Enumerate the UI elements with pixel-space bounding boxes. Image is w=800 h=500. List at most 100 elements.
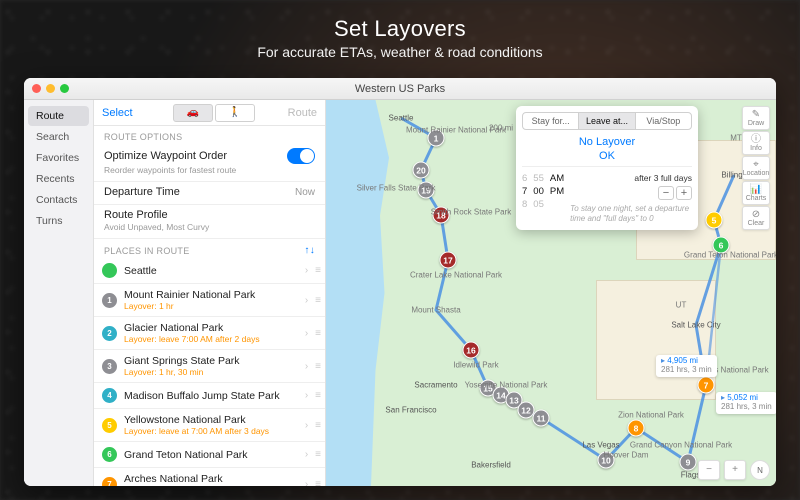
compass-icon[interactable]: N [750, 460, 770, 480]
map-pin[interactable]: 17 [440, 252, 457, 269]
days-minus-button[interactable]: − [658, 186, 674, 200]
route-profile-row[interactable]: Route Profile Avoid Unpaved, Most Curvy [94, 205, 325, 239]
place-row[interactable]: 2 Glacier National ParkLayover: leave 7:… [94, 317, 325, 350]
app-window: Western US Parks RouteSearchFavoritesRec… [24, 78, 776, 486]
place-pin-icon: 3 [102, 359, 117, 374]
place-row[interactable]: 6 Grand Teton National Park › ≡ [94, 442, 325, 468]
departure-value: Now [295, 187, 315, 198]
map-label: Hoover Dam [604, 451, 649, 460]
popover-tab[interactable]: Stay for... [523, 113, 579, 129]
nav-item-route[interactable]: Route [28, 106, 89, 126]
days-plus-button[interactable]: + [676, 186, 692, 200]
place-row[interactable]: 3 Giant Springs State ParkLayover: 1 hr,… [94, 350, 325, 383]
chevron-right-icon: › [305, 449, 308, 460]
map-tools: ✎DrawⓘInfo⌖Location📊Charts⊘Clear [742, 106, 770, 230]
no-layover-button[interactable]: No Layover [522, 136, 692, 148]
place-row[interactable]: 4 Madison Buffalo Jump State Park › ≡ [94, 383, 325, 409]
optimize-switch[interactable] [287, 148, 315, 164]
time-picker[interactable]: 6 7 8 55 00 05 AM PM [522, 173, 564, 224]
map-pin[interactable]: 7 [698, 377, 715, 394]
zoom-in-button[interactable]: + [724, 460, 746, 480]
chevron-right-icon: › [305, 420, 308, 431]
place-pin-icon: 2 [102, 326, 117, 341]
profile-label: Route Profile [104, 209, 168, 221]
place-row[interactable]: 7 Arches National ParkLayover: leave at … [94, 468, 325, 486]
drag-handle-icon[interactable]: ≡ [315, 420, 319, 431]
drag-handle-icon[interactable]: ≡ [315, 361, 319, 372]
map-pin[interactable]: 16 [463, 342, 480, 359]
place-pin-icon: 1 [102, 293, 117, 308]
route-distance-badge[interactable]: ▸ 4,905 mi281 hrs, 3 min [656, 355, 717, 377]
place-name: Arches National Park [124, 473, 298, 485]
chevron-right-icon: › [305, 479, 308, 487]
tool-draw-button[interactable]: ✎Draw [742, 106, 770, 130]
place-row[interactable]: 1 Mount Rainier National ParkLayover: 1 … [94, 284, 325, 317]
nav-item-turns[interactable]: Turns [28, 211, 89, 231]
drag-handle-icon[interactable]: ≡ [315, 479, 319, 487]
drag-handle-icon[interactable]: ≡ [315, 265, 319, 276]
tool-clear-button[interactable]: ⊘Clear [742, 206, 770, 230]
map-pin[interactable]: 20 [413, 162, 430, 179]
map-label: Sacramento [414, 381, 457, 390]
tool-charts-button[interactable]: 📊Charts [742, 181, 770, 205]
map-label: Crater Lake National Park [410, 271, 502, 280]
map-label: Idlewild Park [453, 361, 498, 370]
nav-item-contacts[interactable]: Contacts [28, 190, 89, 210]
optimize-waypoint-row[interactable]: Optimize Waypoint Order Reorder waypoint… [94, 144, 325, 182]
tool-location-button[interactable]: ⌖Location [742, 156, 770, 180]
map-pin[interactable]: 5 [706, 212, 723, 229]
chevron-right-icon: › [305, 361, 308, 372]
drag-handle-icon[interactable]: ≡ [315, 295, 319, 306]
nav-item-recents[interactable]: Recents [28, 169, 89, 189]
map-label: 200 mi [489, 124, 513, 133]
mode-walk-button[interactable]: 🚶 [215, 104, 255, 122]
tool-info-button[interactable]: ⓘInfo [742, 131, 770, 155]
place-layover: Layover: leave at 7:00 AM [124, 485, 298, 486]
map-pin[interactable]: 9 [680, 454, 697, 471]
clear-icon: ⊘ [752, 210, 760, 220]
nav-item-search[interactable]: Search [28, 127, 89, 147]
drag-handle-icon[interactable]: ≡ [315, 449, 319, 460]
place-layover: Layover: 1 hr [124, 301, 298, 311]
optimize-label: Optimize Waypoint Order [104, 150, 227, 162]
profile-sub: Avoid Unpaved, Most Curvy [104, 222, 315, 232]
map-label: Smith Rock State Park [431, 208, 511, 217]
ok-button[interactable]: OK [522, 150, 692, 162]
wheel-value[interactable]: 00 [533, 186, 544, 197]
titlebar: Western US Parks [24, 78, 776, 100]
drag-handle-icon[interactable]: ≡ [315, 328, 319, 339]
hero-subtitle: For accurate ETAs, weather & road condit… [0, 44, 800, 60]
popover-tab[interactable]: Via/Stop [636, 113, 691, 129]
map-label: Silver Falls State Park [357, 184, 436, 193]
wheel-value[interactable]: PM [550, 186, 564, 197]
map-label: Mount Shasta [411, 306, 460, 315]
zoom-out-button[interactable]: − [698, 460, 720, 480]
location-icon: ⌖ [753, 160, 759, 170]
place-pin-icon [102, 263, 117, 278]
map-label: Bakersfield [471, 461, 511, 470]
wheel-value[interactable]: 05 [533, 199, 544, 210]
wheel-value[interactable]: 7 [522, 186, 527, 197]
wheel-value[interactable]: AM [550, 173, 564, 184]
place-row[interactable]: Seattle › ≡ [94, 258, 325, 284]
panel-toolbar: Select 🚗 🚶 Route [94, 100, 325, 126]
wheel-value[interactable]: 8 [522, 199, 527, 210]
popover-tab[interactable]: Leave at... [579, 113, 635, 129]
nav-item-favorites[interactable]: Favorites [28, 148, 89, 168]
place-name: Glacier National Park [124, 322, 298, 334]
wheel-value[interactable]: 6 [522, 173, 527, 184]
place-layover: Layover: leave 7:00 AM after 2 days [124, 334, 298, 344]
layover-popover: Stay for...Leave at...Via/Stop No Layove… [516, 106, 698, 230]
map-label: MT [730, 134, 742, 143]
departure-time-row[interactable]: Departure Time Now [94, 182, 325, 205]
mode-car-button[interactable]: 🚗 [173, 104, 213, 122]
select-button[interactable]: Select [94, 104, 141, 122]
wheel-value[interactable]: 55 [533, 173, 544, 184]
map-view[interactable]: 1201918171615141312111098765SeattleMount… [326, 100, 776, 486]
map-pin[interactable]: 11 [533, 410, 550, 427]
map-pin[interactable]: 8 [628, 420, 645, 437]
route-distance-badge[interactable]: ▸ 5,052 mi281 hrs, 3 min [716, 392, 776, 414]
drag-handle-icon[interactable]: ≡ [315, 390, 319, 401]
sort-icon[interactable]: ↑↓ [304, 245, 315, 256]
place-row[interactable]: 5 Yellowstone National ParkLayover: leav… [94, 409, 325, 442]
